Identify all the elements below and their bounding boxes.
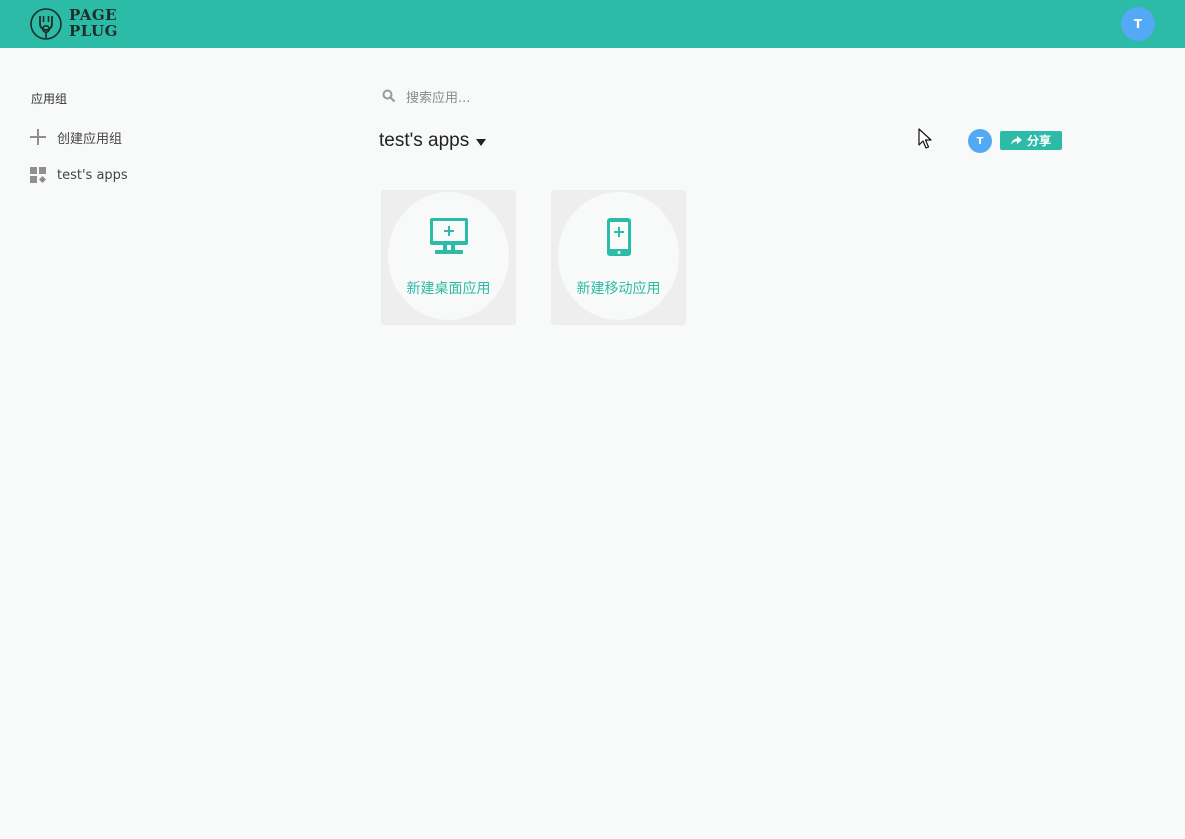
logo[interactable]: PAGE PLUG bbox=[29, 7, 118, 41]
sidebar-item-test-apps[interactable]: test's apps bbox=[29, 165, 128, 185]
caret-down-icon bbox=[476, 138, 487, 146]
user-avatar[interactable]: T bbox=[1121, 7, 1155, 41]
new-mobile-app-card[interactable]: 新建移动应用 bbox=[551, 190, 686, 325]
search-input[interactable]: 搜索应用... bbox=[382, 86, 782, 106]
sidebar-item-create-group[interactable]: 创建应用组 bbox=[29, 127, 122, 147]
search-placeholder: 搜索应用... bbox=[406, 90, 471, 106]
logo-line-2: PLUG bbox=[69, 22, 118, 40]
workspace-title-dropdown[interactable]: test's apps bbox=[379, 128, 487, 154]
card-label: 新建移动应用 bbox=[576, 281, 661, 297]
desktop-plus-icon bbox=[429, 218, 468, 254]
sidebar-title: 应用组 bbox=[31, 92, 68, 106]
grid-icon bbox=[29, 167, 46, 184]
top-bar: PAGE PLUG T bbox=[0, 0, 1185, 48]
new-desktop-app-card[interactable]: 新建桌面应用 bbox=[381, 190, 516, 325]
search-icon bbox=[382, 89, 396, 103]
sidebar-item-label: test's apps bbox=[57, 167, 128, 183]
sidebar-item-label: 创建应用组 bbox=[57, 131, 123, 147]
member-avatar[interactable]: T bbox=[968, 129, 992, 153]
share-button[interactable]: 分享 bbox=[1000, 131, 1062, 150]
mobile-plus-icon bbox=[606, 218, 631, 256]
workspace-title: test's apps bbox=[379, 130, 470, 151]
mouse-cursor-icon bbox=[918, 128, 932, 149]
logo-text: PAGE PLUG bbox=[69, 8, 118, 40]
plus-icon bbox=[29, 129, 46, 146]
share-icon bbox=[1010, 135, 1022, 145]
logo-icon bbox=[30, 8, 62, 40]
card-label: 新建桌面应用 bbox=[406, 281, 491, 297]
share-label: 分享 bbox=[1026, 134, 1051, 148]
